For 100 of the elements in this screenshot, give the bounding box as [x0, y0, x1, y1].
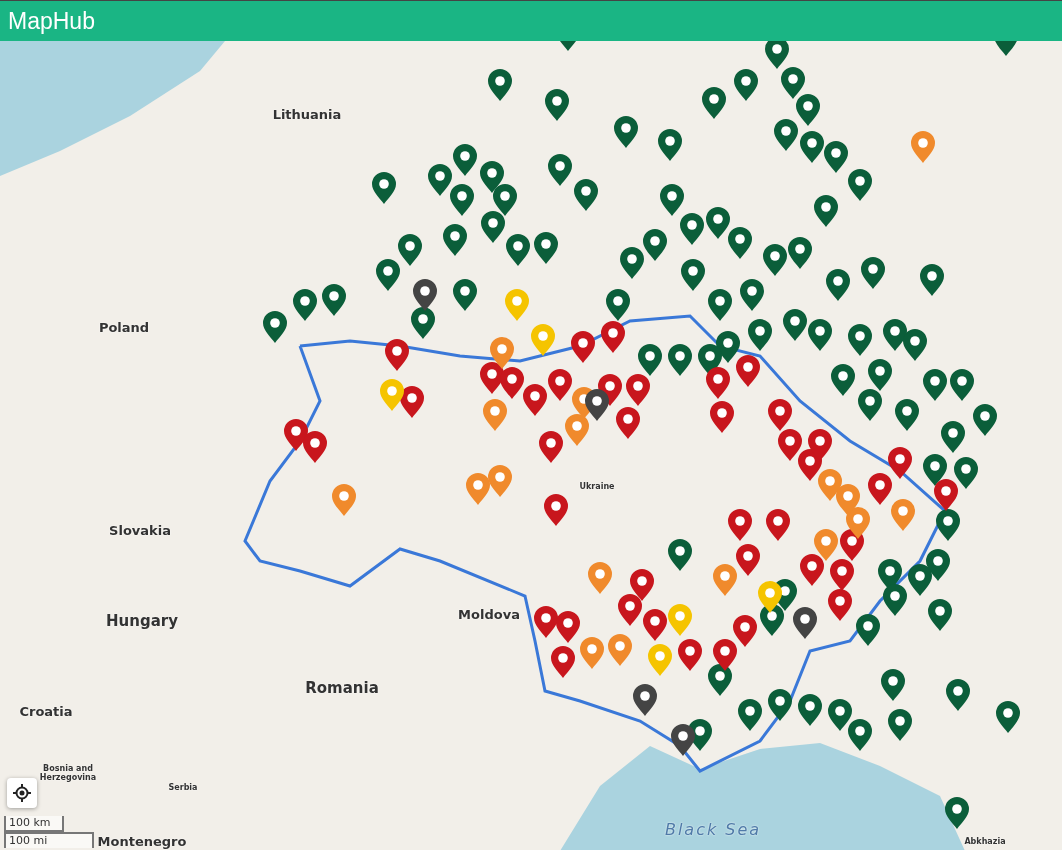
map-pin[interactable]	[883, 584, 907, 616]
map-pin[interactable]	[800, 554, 824, 586]
map-pin[interactable]	[868, 473, 892, 505]
map-pin[interactable]	[544, 494, 568, 526]
map-pin[interactable]	[800, 131, 824, 163]
map-pin[interactable]	[574, 179, 598, 211]
map-pin[interactable]	[551, 646, 575, 678]
map-pin[interactable]	[708, 664, 732, 696]
map-pin[interactable]	[481, 211, 505, 243]
map-pin[interactable]	[936, 509, 960, 541]
map-pin[interactable]	[888, 709, 912, 741]
map-pin[interactable]	[626, 374, 650, 406]
map-pin[interactable]	[411, 307, 435, 339]
map-pin[interactable]	[681, 259, 705, 291]
map-pin[interactable]	[734, 69, 758, 101]
map-pin[interactable]	[748, 319, 772, 351]
map-pin[interactable]	[856, 614, 880, 646]
map-pin[interactable]	[858, 389, 882, 421]
map-pin[interactable]	[973, 404, 997, 436]
map-pin[interactable]	[814, 195, 838, 227]
map-pin[interactable]	[702, 87, 726, 119]
map-pin[interactable]	[385, 339, 409, 371]
map-pin[interactable]	[848, 324, 872, 356]
locate-button[interactable]	[7, 778, 37, 808]
map-pin[interactable]	[830, 559, 854, 591]
map-pin[interactable]	[908, 564, 932, 596]
map-pin[interactable]	[643, 609, 667, 641]
map-pin[interactable]	[660, 184, 684, 216]
map-pin[interactable]	[630, 569, 654, 601]
map-pin[interactable]	[808, 319, 832, 351]
map-pin[interactable]	[488, 69, 512, 101]
map-pin[interactable]	[548, 369, 572, 401]
map-pin[interactable]	[500, 367, 524, 399]
map-pin[interactable]	[706, 207, 730, 239]
map-pin[interactable]	[606, 289, 630, 321]
map-pin[interactable]	[545, 89, 569, 121]
map-pin[interactable]	[614, 116, 638, 148]
map-pin[interactable]	[322, 284, 346, 316]
map-pin[interactable]	[428, 164, 452, 196]
map-pin[interactable]	[765, 41, 789, 69]
map-pin[interactable]	[708, 289, 732, 321]
map-pin[interactable]	[372, 172, 396, 204]
map-pin[interactable]	[766, 509, 790, 541]
map-pin[interactable]	[643, 229, 667, 261]
map-pin[interactable]	[768, 689, 792, 721]
map-pin[interactable]	[706, 367, 730, 399]
map-pin[interactable]	[768, 399, 792, 431]
map-pin[interactable]	[758, 581, 782, 613]
map-pin[interactable]	[945, 797, 969, 829]
map-pin[interactable]	[450, 184, 474, 216]
map-pin[interactable]	[556, 611, 580, 643]
map-pin[interactable]	[763, 244, 787, 276]
map-pin[interactable]	[736, 355, 760, 387]
map-pin[interactable]	[824, 141, 848, 173]
map-pin[interactable]	[398, 234, 422, 266]
map-pin[interactable]	[633, 684, 657, 716]
map-pin[interactable]	[733, 615, 757, 647]
map-pin[interactable]	[920, 264, 944, 296]
map-pin[interactable]	[738, 699, 762, 731]
map-pin[interactable]	[443, 224, 467, 256]
map-pin[interactable]	[728, 509, 752, 541]
map-pin[interactable]	[616, 407, 640, 439]
map-pin[interactable]	[534, 606, 558, 638]
map-pin[interactable]	[523, 384, 547, 416]
map-pin[interactable]	[380, 379, 404, 411]
map-pin[interactable]	[263, 311, 287, 343]
map-pin[interactable]	[934, 479, 958, 511]
map-pin[interactable]	[678, 639, 702, 671]
map-pin[interactable]	[903, 329, 927, 361]
map-pin[interactable]	[713, 639, 737, 671]
map-pin[interactable]	[814, 529, 838, 561]
map-pin[interactable]	[601, 321, 625, 353]
map-pin[interactable]	[828, 699, 852, 731]
map-pin[interactable]	[671, 724, 695, 756]
map-pin[interactable]	[728, 227, 752, 259]
map-pin[interactable]	[781, 67, 805, 99]
map-pin[interactable]	[826, 269, 850, 301]
map-pin[interactable]	[413, 279, 437, 311]
map-pin[interactable]	[548, 154, 572, 186]
map-pin[interactable]	[895, 399, 919, 431]
map-pin[interactable]	[506, 234, 530, 266]
map-pin[interactable]	[788, 237, 812, 269]
map-pin[interactable]	[490, 337, 514, 369]
map-pin[interactable]	[620, 247, 644, 279]
map-pin[interactable]	[774, 119, 798, 151]
map-pin[interactable]	[783, 309, 807, 341]
map-pin[interactable]	[571, 331, 595, 363]
map-pin[interactable]	[883, 319, 907, 351]
map-pin[interactable]	[400, 386, 424, 418]
map-pin[interactable]	[941, 421, 965, 453]
map-pin[interactable]	[888, 447, 912, 479]
map-pin[interactable]	[531, 324, 555, 356]
map-pin[interactable]	[493, 184, 517, 216]
map-pin[interactable]	[539, 431, 563, 463]
map-pin[interactable]	[946, 679, 970, 711]
map-pin[interactable]	[453, 144, 477, 176]
map-pin[interactable]	[928, 599, 952, 631]
map-pin[interactable]	[736, 544, 760, 576]
map-pin[interactable]	[618, 594, 642, 626]
map-pin[interactable]	[846, 507, 870, 539]
